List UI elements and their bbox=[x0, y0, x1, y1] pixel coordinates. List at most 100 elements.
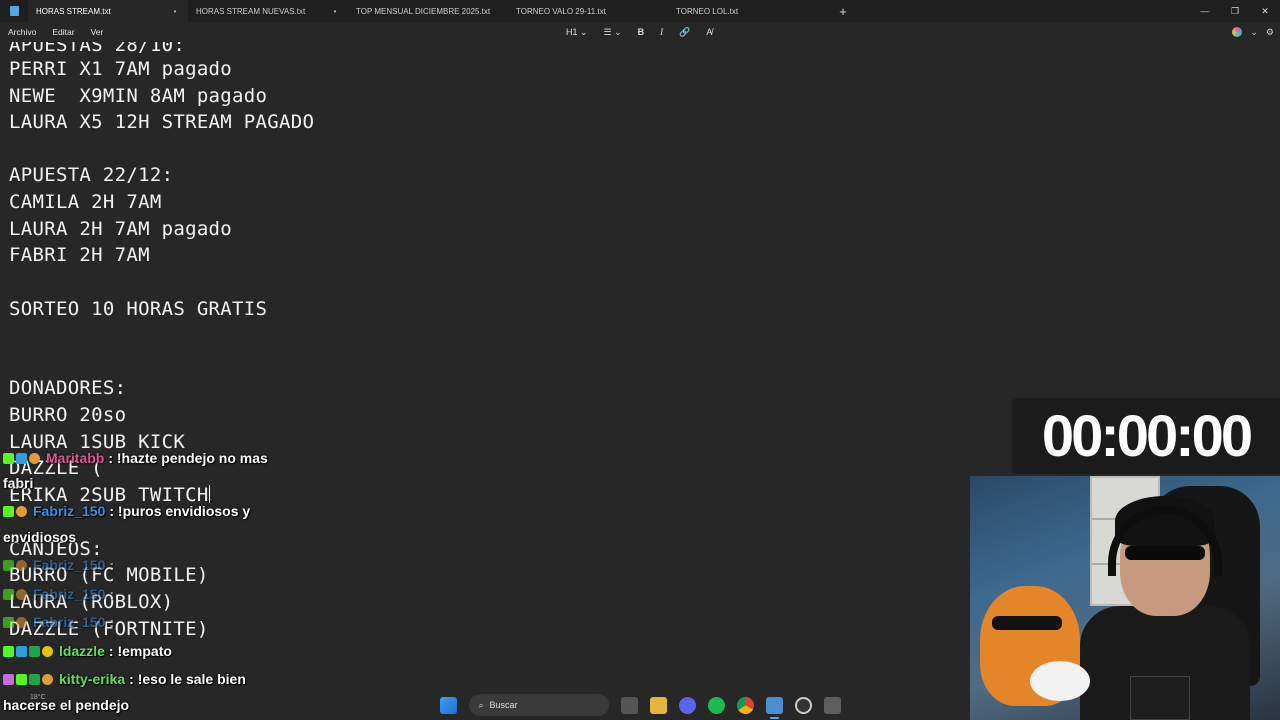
editor-line: APUESTAS 28/10: bbox=[9, 42, 186, 56]
spotify-icon[interactable] bbox=[707, 696, 725, 714]
editor-line: APUESTA 22/12: bbox=[9, 164, 174, 186]
chat-text: : !hazte pendejo no mas bbox=[108, 450, 268, 466]
editor-line: DONADORES: bbox=[9, 377, 127, 399]
link-icon[interactable]: 🔗 bbox=[673, 27, 696, 38]
close-button[interactable]: ✕ bbox=[1250, 0, 1280, 22]
chat-username: ldazzle bbox=[59, 643, 105, 659]
kick-badge-icon bbox=[3, 646, 14, 657]
search-placeholder: Buscar bbox=[489, 700, 518, 710]
taskbar: ⌕ Buscar bbox=[0, 690, 1280, 720]
tab-label: TORNEO VALO 29-11.txt bbox=[516, 6, 606, 16]
menu-archivo[interactable]: Archivo bbox=[0, 27, 44, 37]
tab-torneo-lol[interactable]: TORNEO LOL.txt bbox=[668, 0, 828, 22]
editor-line: LAURA 2H 7AM pagado bbox=[9, 218, 233, 240]
chat-username: Maritabb bbox=[46, 450, 105, 466]
chat-message: ldazzle: !empato bbox=[3, 643, 172, 659]
timer-value: 00:00:00 bbox=[1041, 403, 1253, 469]
tab-horas-stream-nuevas[interactable]: HORAS STREAM NUEVAS.txt • bbox=[188, 0, 348, 22]
maximize-button[interactable]: ❐ bbox=[1220, 0, 1250, 22]
sub-badge-icon bbox=[3, 674, 14, 685]
windows-start-icon[interactable] bbox=[439, 696, 457, 714]
discord-icon[interactable] bbox=[678, 696, 696, 714]
italic-button[interactable]: I bbox=[654, 27, 669, 37]
bold-button[interactable]: B bbox=[632, 27, 651, 37]
chat-message: Fabriz_150: bbox=[3, 614, 114, 630]
fox-badge-icon bbox=[16, 589, 27, 600]
editor-line: NEWE X9MIN 8AM pagado bbox=[9, 85, 268, 107]
editor-line: FABRI 2H 7AM bbox=[9, 244, 150, 266]
chat-message: Fabriz_150: bbox=[3, 557, 114, 573]
webcam-feed bbox=[970, 476, 1280, 720]
chat-message: Fabriz_150: !puros envidiosos y bbox=[3, 503, 250, 519]
kick-badge-icon bbox=[3, 453, 14, 464]
tab-label: HORAS STREAM NUEVAS.txt bbox=[196, 6, 306, 16]
chevron-down-icon[interactable]: ⌄ bbox=[1250, 27, 1258, 38]
right-toolbar: ⌄ ⚙ bbox=[1232, 22, 1274, 42]
search-icon: ⌕ bbox=[478, 699, 484, 710]
plush-sunglasses bbox=[992, 616, 1062, 630]
kick-badge-icon bbox=[3, 560, 14, 571]
kick-badge-icon bbox=[3, 589, 14, 600]
chat-message: Fabriz_150: bbox=[3, 586, 114, 602]
kick-badge-icon bbox=[3, 506, 14, 517]
chat-username: Fabriz_150 bbox=[33, 614, 106, 630]
editor-line: CAMILA 2H 7AM bbox=[9, 191, 162, 213]
sub-badge-icon bbox=[16, 453, 27, 464]
menu-ver[interactable]: Ver bbox=[83, 27, 112, 37]
notepad-app-icon bbox=[0, 0, 28, 22]
tab-torneo-valo[interactable]: TORNEO VALO 29-11.txt bbox=[508, 0, 668, 22]
window-controls: — ❐ ✕ bbox=[1190, 0, 1280, 22]
file-explorer-icon[interactable] bbox=[649, 696, 667, 714]
editor-line: LAURA X5 12H STREAM PAGADO bbox=[9, 111, 315, 133]
settings-gear-icon[interactable]: ⚙ bbox=[1266, 27, 1274, 38]
mod-badge-icon bbox=[29, 674, 40, 685]
chat-username: Fabriz_150 bbox=[33, 557, 106, 573]
tab-horas-stream[interactable]: HORAS STREAM.txt • bbox=[28, 0, 188, 22]
chat-text: : bbox=[109, 614, 115, 630]
tab-label: TOP MENSUAL DICIEMBRE 2025.txt bbox=[356, 6, 491, 16]
minimize-button[interactable]: — bbox=[1190, 0, 1220, 22]
task-view-icon[interactable] bbox=[620, 696, 638, 714]
copilot-icon[interactable] bbox=[1232, 27, 1243, 37]
tab-label: TORNEO LOL.txt bbox=[676, 6, 739, 16]
menu-editar[interactable]: Editar bbox=[44, 27, 82, 37]
editor-line: BURRO 20so bbox=[9, 404, 127, 426]
chat-text: : !eso le sale bien bbox=[129, 671, 246, 687]
text-caret bbox=[208, 485, 210, 503]
list-dropdown[interactable]: ☰ ⌄ bbox=[598, 27, 628, 38]
calculator-icon[interactable] bbox=[823, 696, 841, 714]
chat-text: : !empato bbox=[108, 643, 172, 659]
fox-badge-icon bbox=[16, 506, 27, 517]
fox-badge-icon bbox=[16, 560, 27, 571]
sub-badge-icon bbox=[16, 646, 27, 657]
chat-message: kitty-erika: !eso le sale bien bbox=[3, 671, 246, 687]
chat-text: : bbox=[109, 586, 115, 602]
stream-timer: 00:00:00 bbox=[1012, 398, 1280, 474]
chat-text: : bbox=[109, 557, 115, 573]
tab-top-mensual[interactable]: TOP MENSUAL DICIEMBRE 2025.txt bbox=[348, 0, 508, 22]
fox-badge-icon bbox=[16, 617, 27, 628]
sunglasses bbox=[1125, 546, 1205, 560]
unsaved-dot-icon[interactable]: • bbox=[170, 7, 180, 16]
format-toolbar: H1 ⌄ ☰ ⌄ B I 🔗 A̸ bbox=[560, 22, 718, 42]
menu-bar: Archivo Editar Ver H1 ⌄ ☰ ⌄ B I 🔗 A̸ ⌄ ⚙ bbox=[0, 22, 1280, 42]
obs-icon[interactable] bbox=[794, 696, 812, 714]
chat-username: Fabriz_150 bbox=[33, 503, 106, 519]
taskbar-search[interactable]: ⌕ Buscar bbox=[468, 694, 609, 716]
unsaved-dot-icon[interactable]: • bbox=[330, 7, 340, 16]
gold-badge-icon bbox=[42, 646, 53, 657]
chat-username: kitty-erika bbox=[59, 671, 126, 687]
fox-badge-icon bbox=[29, 453, 40, 464]
kick-badge-icon bbox=[3, 617, 14, 628]
chrome-icon[interactable] bbox=[736, 696, 754, 714]
editor-line: PERRI X1 7AM pagado bbox=[9, 58, 233, 80]
chat-wrap-text: fabri bbox=[3, 475, 34, 491]
heading-dropdown[interactable]: H1 ⌄ bbox=[560, 27, 594, 38]
fox-badge-icon bbox=[42, 674, 53, 685]
new-tab-button[interactable]: + bbox=[828, 0, 858, 22]
chat-text: : !puros envidiosos y bbox=[109, 503, 251, 519]
clear-format-icon[interactable]: A̸ bbox=[700, 27, 718, 37]
chat-message: Maritabb: !hazte pendejo no mas bbox=[3, 450, 268, 466]
notepad-icon[interactable] bbox=[765, 696, 783, 719]
kick-badge-icon bbox=[16, 674, 27, 685]
